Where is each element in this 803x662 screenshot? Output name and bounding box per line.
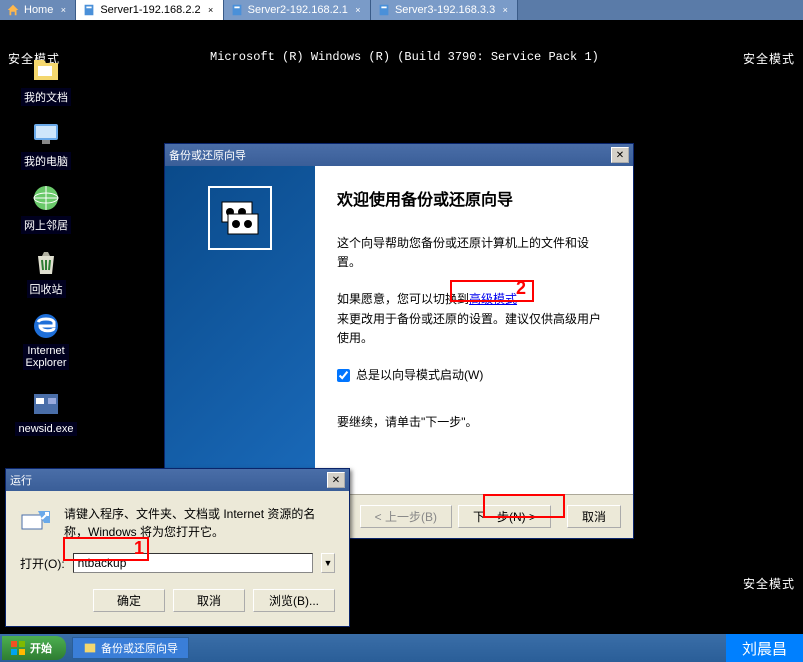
browse-button[interactable]: 浏览(B)... — [253, 589, 335, 612]
desktop-icon-label: 我的文档 — [21, 88, 71, 106]
back-button: < 上一步(B) — [360, 505, 452, 528]
taskbar-item-backup[interactable]: 备份或还原向导 — [72, 637, 189, 659]
checkbox-label: 总是以向导模式启动(W) — [356, 366, 483, 385]
taskbar-item-label: 备份或还原向导 — [101, 640, 178, 656]
open-label: 打开(O): — [20, 555, 65, 572]
wizard-heading: 欢迎使用备份或还原向导 — [337, 186, 611, 210]
titlebar-text: 备份或还原向导 — [169, 147, 609, 163]
recycle-icon — [30, 246, 62, 278]
titlebar[interactable]: 备份或还原向导 ✕ — [165, 144, 633, 166]
exe-icon — [30, 388, 62, 420]
wizard-p2: 如果愿意，您可以切换到高级模式 来更改用于备份或还原的设置。建议仅供高级用户使用… — [337, 290, 611, 348]
desktop-icon-recycle[interactable]: 回收站 — [16, 246, 76, 298]
tab-home[interactable]: Home × — [0, 0, 76, 20]
cancel-button[interactable]: 取消 — [173, 589, 245, 612]
tab-server1-label: Server1-192.168.2.2 — [100, 4, 200, 16]
desktop-icon-label: 回收站 — [27, 280, 66, 298]
run-desc: 请键入程序、文件夹、文档或 Internet 资源的名称，Windows 将为您… — [64, 505, 335, 541]
desktop-icon-ie[interactable]: Internet Explorer — [16, 310, 76, 370]
tab-home-label: Home — [24, 4, 53, 16]
windows-build-text: Microsoft (R) Windows (R) (Build 3790: S… — [210, 50, 599, 64]
close-icon[interactable]: × — [205, 4, 217, 16]
server-icon — [377, 3, 391, 17]
run-input[interactable] — [73, 553, 313, 573]
desktop-icon-mycomputer[interactable]: 我的电脑 — [16, 118, 76, 170]
documents-icon — [30, 54, 62, 86]
desktop-icon-newsid[interactable]: newsid.exe — [16, 388, 76, 436]
name-tag: 刘晨昌 — [726, 634, 803, 662]
run-input-row: 打开(O): ▼ — [20, 553, 335, 573]
desktop-icon-label: 我的电脑 — [21, 152, 71, 170]
tab-server1[interactable]: Server1-192.168.2.2 × — [76, 0, 223, 20]
dropdown-arrow-icon[interactable]: ▼ — [321, 553, 335, 573]
tab-server3[interactable]: Server3-192.168.3.3 × — [371, 0, 518, 20]
run-body: 请键入程序、文件夹、文档或 Internet 资源的名称，Windows 将为您… — [6, 491, 349, 626]
start-label: 开始 — [30, 640, 52, 656]
start-button[interactable]: 开始 — [2, 636, 66, 660]
server-icon — [82, 3, 96, 17]
desktop-icon-label: 网上邻居 — [21, 216, 71, 234]
titlebar-text: 运行 — [10, 472, 325, 488]
desktop-icon-network[interactable]: 网上邻居 — [16, 182, 76, 234]
wizard-main: 欢迎使用备份或还原向导 这个向导帮助您备份或还原计算机上的文件和设置。 如果愿意… — [315, 166, 633, 494]
close-button[interactable]: ✕ — [327, 472, 345, 488]
close-icon[interactable]: × — [352, 4, 364, 16]
close-icon[interactable]: × — [57, 4, 69, 16]
wizard-p2a: 如果愿意，您可以切换到 — [337, 292, 469, 306]
close-icon[interactable]: × — [499, 4, 511, 16]
wizard-body: 欢迎使用备份或还原向导 这个向导帮助您备份或还原计算机上的文件和设置。 如果愿意… — [165, 166, 633, 494]
taskbar: 开始 备份或还原向导 刘晨昌 — [0, 634, 803, 662]
run-top: 请键入程序、文件夹、文档或 Internet 资源的名称，Windows 将为您… — [20, 505, 335, 541]
backup-icon — [208, 186, 272, 250]
advanced-mode-link[interactable]: 高级模式 — [469, 292, 517, 306]
wizard-p1: 这个向导帮助您备份或还原计算机上的文件和设置。 — [337, 234, 611, 272]
ie-icon — [30, 310, 62, 342]
wizard-checkbox-row: 总是以向导模式启动(W) — [337, 366, 611, 385]
titlebar[interactable]: 运行 ✕ — [6, 469, 349, 491]
tab-server2-label: Server2-192.168.2.1 — [248, 4, 348, 16]
run-icon — [20, 505, 52, 537]
server-icon — [230, 3, 244, 17]
app-icon — [83, 641, 97, 655]
desktop-icon-label: newsid.exe — [15, 422, 76, 436]
tab-server2[interactable]: Server2-192.168.2.1 × — [224, 0, 371, 20]
run-buttons: 确定 取消 浏览(B)... — [20, 585, 335, 612]
ok-button[interactable]: 确定 — [93, 589, 165, 612]
wizard-sidebar — [165, 166, 315, 494]
home-icon — [6, 3, 20, 17]
cancel-button[interactable]: 取消 — [567, 505, 621, 528]
close-button[interactable]: ✕ — [611, 147, 629, 163]
wizard-p3: 要继续，请单击"下一步"。 — [337, 413, 611, 432]
network-icon — [30, 182, 62, 214]
tab-server3-label: Server3-192.168.3.3 — [395, 4, 495, 16]
desktop-icon-mydocs[interactable]: 我的文档 — [16, 54, 76, 106]
windows-logo-icon — [10, 640, 26, 656]
next-button[interactable]: 下一步(N) > — [458, 505, 551, 528]
browser-tab-bar: Home × Server1-192.168.2.2 × Server2-192… — [0, 0, 803, 20]
desktop-icon-label: Internet Explorer — [23, 344, 70, 370]
computer-icon — [30, 118, 62, 150]
run-dialog: 运行 ✕ 请键入程序、文件夹、文档或 Internet 资源的名称，Window… — [5, 468, 350, 627]
always-wizard-checkbox[interactable] — [337, 369, 350, 382]
safe-mode-text: 安全模式 — [743, 575, 795, 592]
wizard-p2b: 来更改用于备份或还原的设置。建议仅供高级用户使用。 — [337, 312, 601, 345]
safe-mode-text: 安全模式 — [743, 50, 795, 67]
